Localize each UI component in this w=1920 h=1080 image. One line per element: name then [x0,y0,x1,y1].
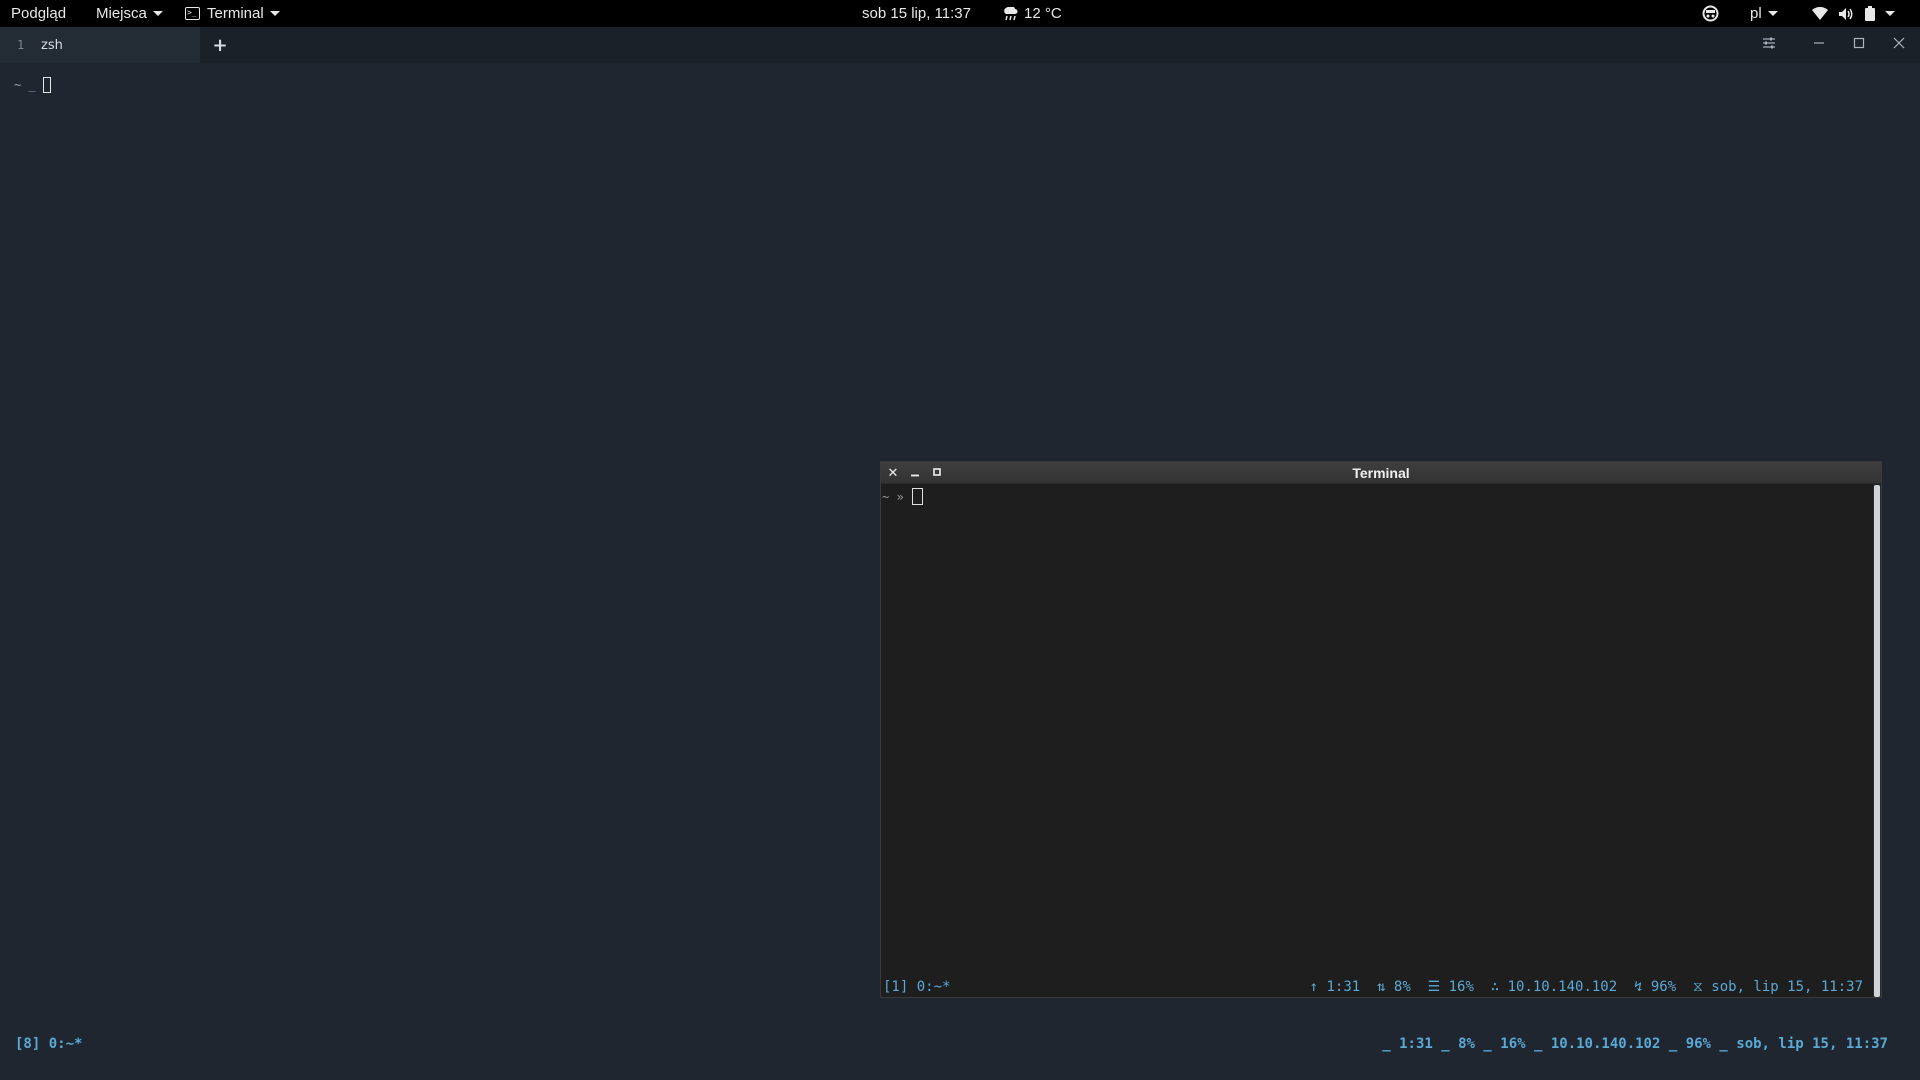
window-title: Terminal [1352,465,1410,481]
chevron-down-icon [269,11,280,16]
battery-icon [1865,6,1875,21]
sliders-icon [1762,37,1776,53]
tmux-window-list: [8] 0:~* [15,1036,83,1052]
terminal-icon: >_ [185,7,200,20]
clock[interactable]: sob 15 lip, 11:37 [862,0,971,27]
wifi-icon [1812,7,1828,20]
tmux-status-right: ↑ 1:31 ⇅ 8% ☰ 16% ∴ 10.10.140.102 ↯ 96% … [1309,979,1863,995]
indicator-icon[interactable] [1702,0,1719,27]
places-label: Miejsca [96,5,147,22]
plus-icon: + [212,34,228,56]
preferences-button[interactable] [1755,27,1783,63]
terminal-tab-bar: 1 zsh + [0,27,1920,63]
tmux-window-list: [1] 0:~* [883,979,951,995]
minimize-button[interactable] [1805,27,1833,63]
terminal-prompt[interactable]: ~ _ [14,77,51,93]
text-cursor [42,77,51,93]
minimize-button[interactable] [905,462,925,484]
top-panel: Podgląd Miejsca >_ Terminal sob 15 lip, … [0,0,1920,27]
volume-icon [1838,7,1855,21]
system-menu[interactable] [1812,0,1895,27]
maximize-icon [932,466,942,481]
tmux-status-bar: [8] 0:~* _ 1:31 _ 8% _ 16% _ 10.10.140.1… [0,1036,1920,1056]
chevron-down-icon [152,11,163,16]
tmux-status-right: _ 1:31 _ 8% _ 16% _ 10.10.140.102 _ 96% … [1382,1036,1888,1052]
close-button[interactable] [1885,27,1913,63]
weather-indicator[interactable]: 12 °C [1002,0,1062,27]
chevron-down-icon [1885,11,1895,16]
activities-label: Podgląd [11,5,67,22]
tab-zsh[interactable]: 1 zsh [0,27,200,63]
maximize-icon [1853,37,1865,53]
window-titlebar[interactable]: Terminal ✕ [881,462,1881,484]
close-icon: ✕ [887,465,899,481]
keyboard-layout-label: pl [1750,5,1762,22]
tab-title: zsh [41,37,63,53]
minimize-icon [910,466,920,481]
clock-label: sob 15 lip, 11:37 [862,5,971,22]
close-button[interactable]: ✕ [883,462,903,484]
prompt-text: ~ _ [14,78,36,92]
floating-terminal-window[interactable]: Terminal ✕ ~ » [1] 0:~* ↑ 1:31 ⇅ 8% ☰ 16… [880,461,1882,998]
indicator-icon-glyph [1702,5,1719,22]
new-tab-button[interactable]: + [211,27,229,63]
activities-button[interactable]: Podgląd [11,0,66,27]
maximize-button[interactable] [927,462,947,484]
keyboard-layout-menu[interactable]: pl [1750,0,1778,27]
text-cursor [911,488,923,505]
minimize-icon [1813,37,1825,53]
tmux-status-bar: [1] 0:~* ↑ 1:31 ⇅ 8% ☰ 16% ∴ 10.10.140.1… [881,979,1871,997]
prompt-text: ~ » [882,489,904,504]
maximize-button[interactable] [1845,27,1873,63]
chevron-down-icon [1767,11,1778,16]
weather-temperature: 12 °C [1024,5,1062,22]
terminal-prompt[interactable]: ~ » [882,488,923,505]
close-icon [1893,37,1905,53]
places-menu[interactable]: Miejsca [96,0,163,27]
scrollbar[interactable] [1873,485,1881,997]
app-menu-label: Terminal [207,5,264,22]
app-menu[interactable]: >_ Terminal [185,0,280,27]
weather-rain-icon [1002,6,1019,21]
tab-number: 1 [17,38,25,52]
scrollbar-thumb[interactable] [1874,485,1880,997]
